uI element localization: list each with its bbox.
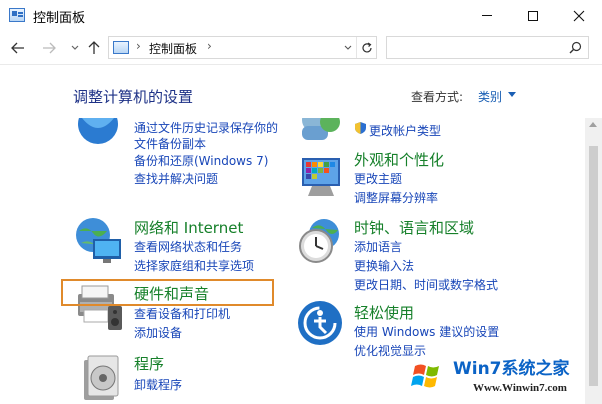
maximize-button[interactable] xyxy=(510,0,556,31)
close-button[interactable] xyxy=(556,0,602,31)
arrow-left-icon xyxy=(11,42,24,54)
link-windows-recommended-settings[interactable]: 使用 Windows 建议的设置 xyxy=(354,323,499,340)
system-security-icon[interactable] xyxy=(74,118,122,152)
ease-of-access-icon[interactable] xyxy=(296,299,344,347)
watermark-url: Www.Winwin7.com xyxy=(473,382,567,394)
category-clock-title[interactable]: 时钟、语言和区域 xyxy=(354,217,474,238)
control-panel-icon xyxy=(113,41,129,54)
link-homegroup-sharing[interactable]: 选择家庭组和共享选项 xyxy=(134,257,254,274)
control-panel-icon xyxy=(9,8,25,22)
chevron-down-icon xyxy=(344,45,352,50)
title-bar: 控制面板 xyxy=(0,0,602,31)
link-add-language[interactable]: 添加语言 xyxy=(354,238,402,255)
search-input[interactable] xyxy=(386,36,589,59)
window-title: 控制面板 xyxy=(33,11,86,26)
watermark: Win7系统之家 Www.Winwin7.com xyxy=(405,346,602,404)
arrow-right-icon xyxy=(43,42,56,54)
search-icon xyxy=(569,41,582,54)
recent-locations-button[interactable] xyxy=(66,38,84,58)
link-devices-printers[interactable]: 查看设备和打印机 xyxy=(134,305,230,322)
category-appearance-title[interactable]: 外观和个性化 xyxy=(354,149,444,170)
refresh-icon xyxy=(361,41,372,52)
breadcrumb-separator[interactable]: › xyxy=(207,39,212,53)
minimize-icon xyxy=(482,15,492,16)
category-programs-title[interactable]: 程序 xyxy=(134,353,164,374)
refresh-button[interactable] xyxy=(356,37,376,58)
shield-icon xyxy=(355,122,366,134)
close-icon xyxy=(573,10,585,21)
link-change-input-method[interactable]: 更换输入法 xyxy=(354,257,414,274)
appearance-personalization-icon[interactable] xyxy=(296,152,346,202)
scroll-up-arrow-icon[interactable] xyxy=(589,122,597,127)
link-add-device[interactable]: 添加设备 xyxy=(134,324,182,341)
arrow-up-icon xyxy=(88,41,100,54)
chevron-down-icon xyxy=(71,45,79,50)
windows-logo-icon xyxy=(406,355,448,397)
breadcrumb-control-panel[interactable]: 控制面板 xyxy=(149,40,197,57)
view-by-dropdown[interactable]: 类别 xyxy=(478,88,502,105)
network-internet-icon[interactable] xyxy=(73,215,125,267)
category-ease-of-access-title[interactable]: 轻松使用 xyxy=(354,302,414,323)
link-adjust-resolution[interactable]: 调整屏幕分辨率 xyxy=(354,189,438,206)
address-dropdown-button[interactable] xyxy=(341,38,355,57)
maximize-icon xyxy=(528,10,538,21)
view-by-label: 查看方式: xyxy=(411,90,464,104)
up-button[interactable] xyxy=(85,38,103,58)
forward-button[interactable] xyxy=(40,38,58,58)
breadcrumb-separator[interactable]: › xyxy=(136,39,141,53)
caret-down-icon[interactable] xyxy=(508,92,516,97)
link-change-theme[interactable]: 更改主题 xyxy=(354,170,402,187)
link-network-status[interactable]: 查看网络状态和任务 xyxy=(134,238,242,255)
programs-icon[interactable] xyxy=(78,352,126,404)
link-file-backup-copy[interactable]: 文件备份副本 xyxy=(134,135,206,152)
link-uninstall-program[interactable]: 卸载程序 xyxy=(134,376,182,393)
link-change-account-type[interactable]: 更改帐户类型 xyxy=(369,122,441,139)
category-network-title[interactable]: 网络和 Internet xyxy=(134,217,243,238)
link-backup-restore[interactable]: 备份和还原(Windows 7) xyxy=(134,152,268,169)
watermark-text: Win7系统之家 xyxy=(453,359,570,379)
link-save-file-history[interactable]: 通过文件历史记录保存你的 xyxy=(134,119,278,136)
highlight-annotation-box xyxy=(61,279,274,306)
back-button[interactable] xyxy=(9,38,27,58)
clock-language-region-icon[interactable] xyxy=(296,216,346,266)
page-title: 调整计算机的设置 xyxy=(73,88,194,106)
user-accounts-icon[interactable] xyxy=(298,118,346,144)
navigation-bar: › 控制面板 › xyxy=(0,31,602,65)
link-troubleshoot[interactable]: 查找并解决问题 xyxy=(134,170,218,187)
link-change-date-time-format[interactable]: 更改日期、时间或数字格式 xyxy=(354,276,498,293)
minimize-button[interactable] xyxy=(464,0,510,31)
address-bar[interactable]: › 控制面板 › xyxy=(108,36,377,59)
